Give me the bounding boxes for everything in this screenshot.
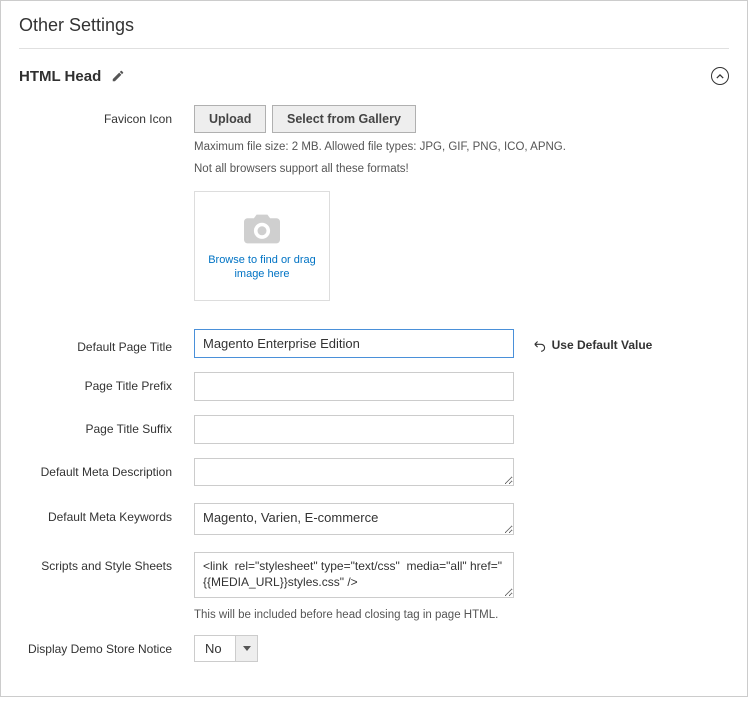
title-prefix-label: Page Title Prefix xyxy=(19,372,194,393)
section-title: HTML Head xyxy=(19,68,101,85)
default-title-label: Default Page Title xyxy=(19,333,194,354)
select-gallery-button[interactable]: Select from Gallery xyxy=(272,105,416,133)
page-title: Other Settings xyxy=(1,1,747,48)
demo-notice-select[interactable]: No xyxy=(194,635,258,662)
chevron-down-icon xyxy=(235,636,257,661)
upload-button[interactable]: Upload xyxy=(194,105,266,133)
form-body: Favicon Icon Upload Select from Gallery … xyxy=(1,105,747,696)
pencil-icon[interactable] xyxy=(111,69,125,83)
use-default-label: Use Default Value xyxy=(552,338,653,352)
title-suffix-input[interactable] xyxy=(194,415,514,444)
camera-icon xyxy=(240,211,284,247)
section-header[interactable]: HTML Head xyxy=(1,49,747,105)
meta-keywords-label: Default Meta Keywords xyxy=(19,503,194,524)
meta-description-label: Default Meta Description xyxy=(19,458,194,479)
upload-dropzone[interactable]: Browse to find or drag image here xyxy=(194,191,330,301)
use-default-button[interactable]: Use Default Value xyxy=(532,338,653,352)
browse-link[interactable]: Browse to find or drag image here xyxy=(203,253,321,282)
collapse-icon[interactable] xyxy=(711,67,729,85)
demo-notice-value: No xyxy=(195,636,235,661)
favicon-hint-size: Maximum file size: 2 MB. Allowed file ty… xyxy=(194,139,729,155)
scripts-note: This will be included before head closin… xyxy=(194,609,729,621)
favicon-hint-browser: Not all browsers support all these forma… xyxy=(194,161,729,177)
scripts-label: Scripts and Style Sheets xyxy=(19,552,194,573)
favicon-label: Favicon Icon xyxy=(19,105,194,126)
default-title-input[interactable] xyxy=(194,329,514,358)
title-prefix-input[interactable] xyxy=(194,372,514,401)
meta-description-input[interactable] xyxy=(194,458,514,486)
demo-notice-label: Display Demo Store Notice xyxy=(19,635,194,656)
undo-icon xyxy=(532,338,546,352)
title-suffix-label: Page Title Suffix xyxy=(19,415,194,436)
scripts-input[interactable]: <link rel="stylesheet" type="text/css" m… xyxy=(194,552,514,598)
meta-keywords-input[interactable]: Magento, Varien, E-commerce xyxy=(194,503,514,535)
